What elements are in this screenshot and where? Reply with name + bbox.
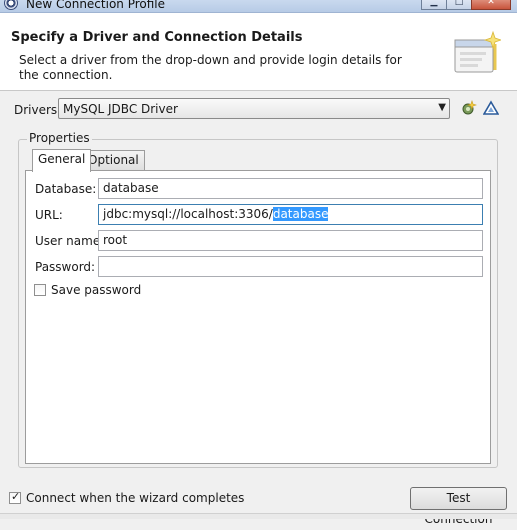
user-name-label: User name: [35,234,105,248]
drivers-label: Drivers: [14,103,62,117]
password-label: Password: [35,260,96,274]
window-title: New Connection Profile [26,0,166,11]
minimize-button[interactable]: ▁ [421,0,447,10]
database-field[interactable]: database [98,178,483,199]
banner-title: Specify a Driver and Connection Details [11,30,303,45]
new-driver-icon[interactable] [461,100,477,116]
minimize-icon: ▁ [430,0,438,7]
close-button[interactable]: ✕ [471,0,511,10]
url-label: URL: [35,208,63,222]
user-name-field[interactable]: root [98,230,483,251]
driver-dropdown[interactable]: MySQL JDBC Driver ▼ [58,98,450,119]
wizard-banner: Specify a Driver and Connection Details … [0,13,517,91]
properties-group-label: Properties [27,131,92,145]
close-icon: ✕ [487,0,495,7]
wizard-banner-icon [454,30,501,73]
url-field-text: jdbc:mysql://localhost:3306/ [103,207,273,221]
app-icon [4,0,18,10]
database-label: Database: [35,182,97,196]
chevron-down-icon: ▼ [438,102,446,113]
window-controls: ▁ □ ✕ [421,0,511,10]
maximize-icon: □ [454,0,464,7]
driver-dropdown-value: MySQL JDBC Driver [63,102,178,116]
url-field-selected-text: database [272,207,329,221]
tab-optional[interactable]: Optional [82,150,145,170]
connect-when-complete-row[interactable]: Connect when the wizard completes [9,490,245,505]
save-password-checkbox-row[interactable]: Save password [34,283,141,297]
url-field[interactable]: jdbc:mysql://localhost:3306/database [98,204,483,225]
edit-driver-icon[interactable] [483,100,499,116]
title-bar: New Connection Profile ▁ □ ✕ [0,0,517,13]
connect-when-complete-label: Connect when the wizard completes [26,491,245,505]
save-password-checkbox[interactable] [34,284,46,296]
connect-when-complete-checkbox[interactable] [9,490,21,504]
bottom-edge [0,513,517,519]
banner-description: Select a driver from the drop-down and p… [19,53,402,82]
save-password-label: Save password [51,283,142,297]
test-connection-button[interactable]: Test Connection [410,487,507,526]
password-field[interactable] [98,256,483,277]
tab-general[interactable]: General [32,149,92,172]
maximize-button[interactable]: □ [446,0,472,10]
